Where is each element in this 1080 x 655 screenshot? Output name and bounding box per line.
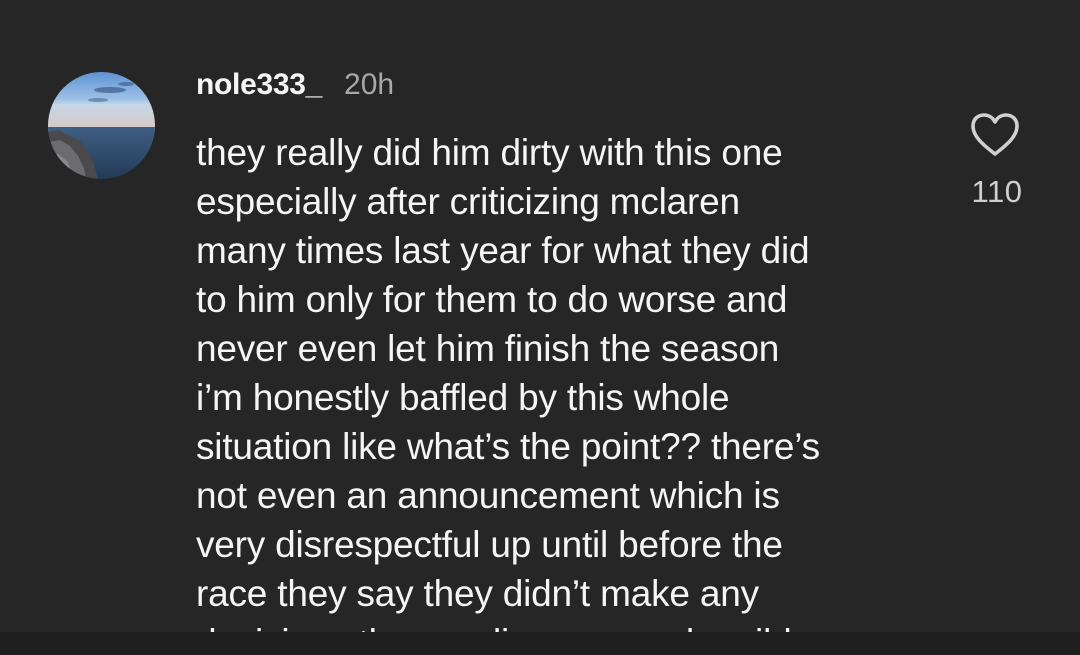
comment-text-line: situation like what’s the point?? there’… xyxy=(196,426,820,467)
avatar[interactable] xyxy=(48,72,155,179)
comment-text-line: never even let him finish the season xyxy=(196,328,780,369)
comment-text-line: especially after criticizing mclaren xyxy=(196,181,740,222)
like-count: 110 xyxy=(971,174,1023,209)
comment-text: they really did him dirty with this one … xyxy=(196,128,936,632)
comment-timestamp: 20h xyxy=(344,68,395,101)
comment-text-line: race they say they didn’t make any xyxy=(196,573,759,614)
comment-text-line: very disrespectful up until before the xyxy=(196,524,783,565)
comment-item: nole333_ 20h they really did him dirty w… xyxy=(0,0,1080,632)
comment-text-line: many times last year for what they did xyxy=(196,230,810,271)
comment-text-line: not even an announcement which is xyxy=(196,475,780,516)
comment-text-line: to him only for them to do worse and xyxy=(196,279,788,320)
comment-text-line: i’m honestly baffled by this whole xyxy=(196,377,730,418)
heart-icon[interactable] xyxy=(970,112,1020,158)
comment-text-line: they really did him dirty with this one xyxy=(196,132,783,173)
comment-header: nole333_ 20h xyxy=(196,68,394,108)
avatar-image xyxy=(48,72,155,179)
comment-text-line: decisions then ending on a rude mild xyxy=(196,618,936,632)
username-link[interactable]: nole333_ xyxy=(196,68,322,102)
bottom-bar xyxy=(0,632,1080,655)
